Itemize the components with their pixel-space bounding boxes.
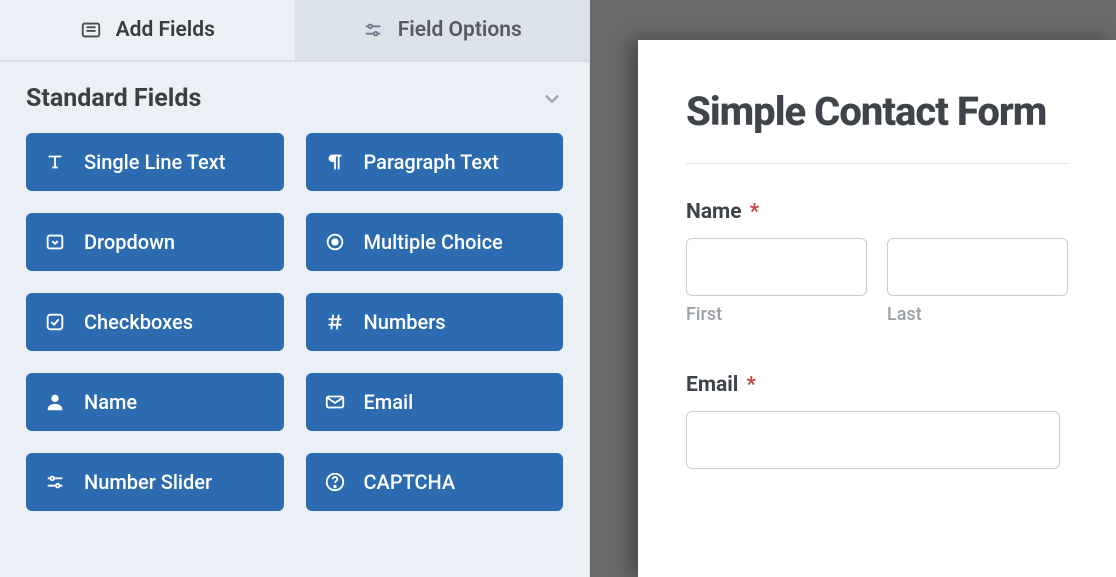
email-input[interactable] <box>686 411 1060 469</box>
sidebar: Add Fields Field Options Standard Fields <box>0 0 590 577</box>
field-label: Name <box>84 390 137 414</box>
field-label: Checkboxes <box>84 310 193 334</box>
required-asterisk: * <box>746 373 756 397</box>
name-label: Name <box>686 200 742 224</box>
tabs: Add Fields Field Options <box>0 0 589 62</box>
field-label-row: Name * <box>686 200 1068 224</box>
name-field-block: Name * First Last <box>686 200 1068 325</box>
first-name-input[interactable] <box>686 238 867 296</box>
field-label: Number Slider <box>84 470 212 494</box>
name-row: First Last <box>686 238 1068 325</box>
field-label: Paragraph Text <box>364 150 499 174</box>
field-paragraph-text[interactable]: Paragraph Text <box>306 133 564 191</box>
last-name-input[interactable] <box>887 238 1068 296</box>
chevron-down-icon <box>541 88 563 110</box>
radio-icon <box>324 231 346 253</box>
tab-add-fields[interactable]: Add Fields <box>0 0 295 61</box>
email-field-block: Email * <box>686 373 1068 469</box>
form-icon <box>80 19 102 41</box>
form-title: Simple Contact Form <box>686 88 1068 164</box>
field-label: Single Line Text <box>84 150 225 174</box>
text-icon <box>44 151 66 173</box>
required-asterisk: * <box>750 200 760 224</box>
canvas-area: Simple Contact Form Name * First Last Em… <box>590 0 1116 577</box>
person-icon <box>44 391 66 413</box>
field-label: CAPTCHA <box>364 470 456 494</box>
fields-grid: Single Line Text Paragraph Text Dropdown… <box>0 123 589 537</box>
hash-icon <box>324 311 346 333</box>
field-label: Email <box>364 390 414 414</box>
field-single-line-text[interactable]: Single Line Text <box>26 133 284 191</box>
field-label: Dropdown <box>84 230 175 254</box>
section-title: Standard Fields <box>26 84 201 113</box>
tab-label: Add Fields <box>116 18 215 42</box>
form-canvas[interactable]: Simple Contact Form Name * First Last Em… <box>638 40 1116 577</box>
envelope-icon <box>324 391 346 413</box>
first-sublabel: First <box>686 304 867 325</box>
question-icon <box>324 471 346 493</box>
pilcrow-icon <box>324 151 346 173</box>
field-dropdown[interactable]: Dropdown <box>26 213 284 271</box>
check-icon <box>44 311 66 333</box>
field-captcha[interactable]: CAPTCHA <box>306 453 564 511</box>
section-header[interactable]: Standard Fields <box>0 62 589 123</box>
last-sublabel: Last <box>887 304 1068 325</box>
tab-label: Field Options <box>398 18 522 42</box>
field-checkboxes[interactable]: Checkboxes <box>26 293 284 351</box>
first-name-col: First <box>686 238 867 325</box>
field-email[interactable]: Email <box>306 373 564 431</box>
field-label: Multiple Choice <box>364 230 503 254</box>
email-label: Email <box>686 373 738 397</box>
tab-field-options[interactable]: Field Options <box>295 0 590 61</box>
last-name-col: Last <box>887 238 1068 325</box>
field-name[interactable]: Name <box>26 373 284 431</box>
field-label-row: Email * <box>686 373 1068 397</box>
field-number-slider[interactable]: Number Slider <box>26 453 284 511</box>
field-label: Numbers <box>364 310 446 334</box>
sliders-icon <box>362 19 384 41</box>
sliders-icon <box>44 471 66 493</box>
field-numbers[interactable]: Numbers <box>306 293 564 351</box>
dropdown-icon <box>44 231 66 253</box>
field-multiple-choice[interactable]: Multiple Choice <box>306 213 564 271</box>
